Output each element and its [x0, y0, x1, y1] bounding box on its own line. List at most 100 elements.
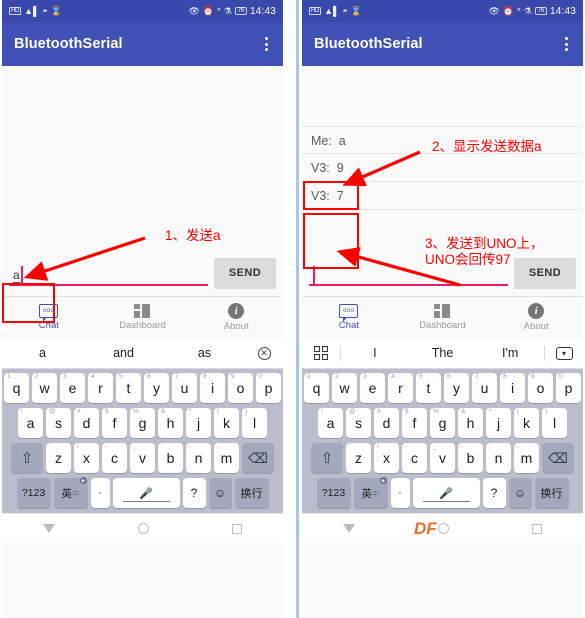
key-g[interactable]: % g: [130, 408, 155, 438]
key-u[interactable]: 7u: [172, 373, 197, 403]
key-h[interactable]: & h: [158, 408, 183, 438]
home-circle-icon[interactable]: [437, 523, 449, 534]
backspace-key[interactable]: ⌫: [542, 443, 574, 473]
suggestion-item[interactable]: The: [409, 346, 477, 360]
key-l[interactable]: ) l: [242, 408, 267, 438]
send-button-left[interactable]: SEND: [214, 257, 276, 289]
suggestion-item[interactable]: as: [164, 346, 245, 360]
key-x[interactable]: / x: [374, 443, 399, 473]
tab-about[interactable]: i About: [489, 303, 583, 332]
key-n[interactable]: ; n: [186, 443, 211, 473]
key-s[interactable]: @ s: [346, 408, 371, 438]
key-i[interactable]: 8i: [500, 373, 525, 403]
key-j[interactable]: * j: [486, 408, 511, 438]
numeric-key[interactable]: ?123: [16, 478, 51, 508]
period-key[interactable]: ·: [90, 478, 110, 508]
tab-chat[interactable]: ooo Chat: [302, 304, 396, 331]
key-f[interactable]: $ f: [102, 408, 127, 438]
key-b[interactable]: :b: [158, 443, 183, 473]
key-z[interactable]: ' z: [46, 443, 71, 473]
tab-dashboard[interactable]: Dashboard: [96, 304, 190, 331]
suggestion-item[interactable]: and: [83, 346, 164, 360]
emoji-key[interactable]: ☺: [208, 478, 232, 508]
overflow-menu-icon[interactable]: [562, 33, 571, 55]
suggestion-close-button[interactable]: ✕: [245, 346, 283, 360]
key-c[interactable]: -c: [402, 443, 427, 473]
key-b[interactable]: :b: [458, 443, 483, 473]
suggestion-item[interactable]: a: [2, 346, 83, 360]
language-key[interactable]: 英中 ◈: [53, 477, 88, 508]
key-g[interactable]: % g: [430, 408, 455, 438]
enter-key[interactable]: 换行: [234, 478, 269, 508]
key-e[interactable]: 3e: [60, 373, 85, 403]
space-key[interactable]: 🎤: [412, 478, 480, 508]
numeric-key[interactable]: ?123: [316, 478, 351, 508]
recent-square-icon[interactable]: [531, 523, 542, 534]
suggestion-expand-button[interactable]: ▾: [545, 346, 583, 360]
tab-about[interactable]: i About: [189, 303, 283, 332]
suggestion-item[interactable]: I'm: [476, 346, 544, 360]
back-triangle-icon[interactable]: [43, 524, 56, 533]
key-m[interactable]: ,m: [514, 443, 539, 473]
suggestion-grid-button[interactable]: [302, 346, 340, 360]
key-r[interactable]: 4r: [388, 373, 413, 403]
key-p[interactable]: 0p: [556, 373, 581, 403]
key-y[interactable]: 6y: [144, 373, 169, 403]
send-button-right[interactable]: SEND: [514, 257, 576, 289]
key-l[interactable]: ) l: [542, 408, 567, 438]
tab-chat[interactable]: ooo Chat: [2, 304, 96, 331]
shift-key[interactable]: ⇧: [311, 443, 343, 473]
key-e[interactable]: 3e: [360, 373, 385, 403]
key-u[interactable]: 7u: [472, 373, 497, 403]
df-watermark: DF: [414, 519, 437, 538]
period-key[interactable]: ·: [390, 478, 410, 508]
key-a[interactable]: ! a: [318, 408, 343, 438]
key-z[interactable]: ' z: [346, 443, 371, 473]
emoji-key[interactable]: ☺: [508, 478, 532, 508]
key-m[interactable]: ,m: [214, 443, 239, 473]
key-k[interactable]: (k: [214, 408, 239, 438]
key-a[interactable]: ! a: [18, 408, 43, 438]
message-input-left[interactable]: a: [9, 256, 208, 290]
key-x[interactable]: / x: [74, 443, 99, 473]
key-w[interactable]: 2w: [332, 373, 357, 403]
home-circle-icon[interactable]: [137, 523, 149, 534]
key-y[interactable]: 6y: [444, 373, 469, 403]
key-d[interactable]: # d: [374, 408, 399, 438]
recent-square-icon[interactable]: [231, 523, 242, 534]
backspace-key[interactable]: ⌫: [242, 443, 274, 473]
space-key[interactable]: 🎤: [112, 478, 180, 508]
message-input-right[interactable]: [309, 256, 508, 290]
key-p[interactable]: 0p: [256, 373, 281, 403]
key-v[interactable]: _ v: [130, 443, 155, 473]
key-h[interactable]: & h: [458, 408, 483, 438]
key-o[interactable]: 9o: [228, 373, 253, 403]
key-t[interactable]: 5t: [416, 373, 441, 403]
key-j[interactable]: * j: [186, 408, 211, 438]
overflow-menu-icon[interactable]: [262, 33, 271, 55]
question-key[interactable]: ?: [482, 478, 506, 508]
key-o[interactable]: 9o: [528, 373, 553, 403]
shift-key[interactable]: ⇧: [11, 443, 43, 473]
key-i[interactable]: 8i: [200, 373, 225, 403]
key-c[interactable]: -c: [102, 443, 127, 473]
key-n[interactable]: ; n: [486, 443, 511, 473]
key-r[interactable]: 4r: [88, 373, 113, 403]
question-key[interactable]: ?: [182, 478, 206, 508]
key-f[interactable]: $ f: [402, 408, 427, 438]
suggestion-item[interactable]: I: [341, 346, 409, 360]
message-sender: Me:: [311, 134, 332, 148]
back-triangle-icon[interactable]: [343, 524, 356, 533]
key-t[interactable]: 5t: [116, 373, 141, 403]
key-k[interactable]: (k: [514, 408, 539, 438]
key-s[interactable]: @ s: [46, 408, 71, 438]
key-v[interactable]: _ v: [430, 443, 455, 473]
key-w[interactable]: 2w: [32, 373, 57, 403]
key-q[interactable]: 1q: [4, 373, 29, 403]
tab-dashboard[interactable]: Dashboard: [396, 304, 490, 331]
enter-key[interactable]: 换行: [534, 478, 569, 508]
key-d[interactable]: # d: [74, 408, 99, 438]
key-q[interactable]: 1q: [304, 373, 329, 403]
key-hint: 7: [175, 373, 179, 380]
language-key[interactable]: 英中 ◈: [353, 477, 388, 508]
